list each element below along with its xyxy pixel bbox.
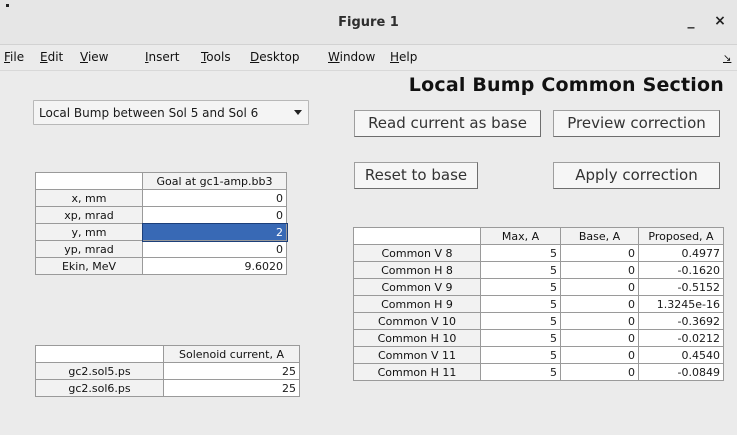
solenoid-table-header: Solenoid current, A [35, 345, 300, 363]
row-label: x, mm [35, 189, 143, 207]
row-label: Common H 10 [353, 329, 481, 347]
goal-xp-cell[interactable]: 0 [142, 206, 287, 224]
proposed-cell[interactable]: -0.1620 [638, 261, 724, 279]
table-row: x, mm 0 [35, 189, 287, 207]
max-column-header: Max, A [480, 227, 561, 245]
proposed-column-header: Proposed, A [638, 227, 724, 245]
max-cell[interactable]: 5 [480, 312, 561, 330]
row-label: Common V 11 [353, 346, 481, 364]
menu-tools[interactable]: Tools [201, 50, 231, 64]
menu-view[interactable]: View [80, 50, 108, 64]
table-row: Common H 11 5 0 -0.0849 [353, 363, 724, 381]
sol6-current-cell[interactable]: 25 [163, 379, 300, 397]
goal-column-header: Goal at gc1-amp.bb3 [142, 172, 287, 190]
bump-section-select[interactable]: Local Bump between Sol 5 and Sol 6 [33, 100, 309, 125]
row-label: Ekin, MeV [35, 257, 143, 275]
row-label: Common H 8 [353, 261, 481, 279]
proposed-cell[interactable]: -0.5152 [638, 278, 724, 296]
base-cell[interactable]: 0 [560, 278, 639, 296]
proposed-cell[interactable]: 0.4540 [638, 346, 724, 364]
row-label: gc2.sol6.ps [35, 379, 164, 397]
minimize-button[interactable]: _ [680, 11, 702, 31]
proposed-cell[interactable]: 0.4977 [638, 244, 724, 262]
table-row: Common H 9 5 0 1.3245e-16 [353, 295, 724, 313]
base-column-header: Base, A [560, 227, 639, 245]
max-cell[interactable]: 5 [480, 329, 561, 347]
corrector-table-header: Max, A Base, A Proposed, A [353, 227, 724, 245]
menu-help[interactable]: Help [390, 50, 417, 64]
table-row: Common V 8 5 0 0.4977 [353, 244, 724, 262]
table-row: Common V 11 5 0 0.4540 [353, 346, 724, 364]
max-cell[interactable]: 5 [480, 295, 561, 313]
table-row: yp, mrad 0 [35, 240, 287, 258]
preview-correction-button[interactable]: Preview correction [553, 110, 720, 137]
table-row: Common V 9 5 0 -0.5152 [353, 278, 724, 296]
row-label: Common H 9 [353, 295, 481, 313]
proposed-cell[interactable]: -0.3692 [638, 312, 724, 330]
base-cell[interactable]: 0 [560, 363, 639, 381]
row-label: Common V 10 [353, 312, 481, 330]
menu-file[interactable]: File [4, 50, 24, 64]
window-title: Figure 1 [338, 15, 399, 30]
toolbar-overflow-icon[interactable]: ↘ [723, 53, 731, 64]
menu-desktop[interactable]: Desktop [250, 50, 300, 64]
menu-insert[interactable]: Insert [145, 50, 179, 64]
proposed-cell[interactable]: 1.3245e-16 [638, 295, 724, 313]
proposed-cell[interactable]: -0.0849 [638, 363, 724, 381]
close-button[interactable]: × [709, 11, 731, 31]
table-corner [353, 227, 481, 245]
solenoid-table: Solenoid current, A gc2.sol5.ps 25 gc2.s… [35, 345, 300, 397]
max-cell[interactable]: 5 [480, 278, 561, 296]
window-corner-mark [6, 4, 9, 7]
base-cell[interactable]: 0 [560, 295, 639, 313]
goal-y-cell-selected[interactable]: 2 [141, 222, 288, 242]
goal-table: Goal at gc1-amp.bb3 x, mm 0 xp, mrad 0 y… [35, 172, 288, 275]
table-row: Common H 8 5 0 -0.1620 [353, 261, 724, 279]
table-row: xp, mrad 0 [35, 206, 287, 224]
table-corner [35, 172, 143, 190]
row-label: Common V 9 [353, 278, 481, 296]
table-row: gc2.sol5.ps 25 [35, 362, 300, 380]
bump-section-select-value: Local Bump between Sol 5 and Sol 6 [39, 106, 259, 120]
reset-to-base-button[interactable]: Reset to base [354, 162, 478, 189]
table-row: Common V 10 5 0 -0.3692 [353, 312, 724, 330]
table-row: y, mm 2 [35, 222, 288, 242]
base-cell[interactable]: 0 [560, 312, 639, 330]
section-title: Local Bump Common Section [408, 74, 724, 96]
max-cell[interactable]: 5 [480, 244, 561, 262]
row-label: Common H 11 [353, 363, 481, 381]
proposed-cell[interactable]: -0.0212 [638, 329, 724, 347]
goal-table-header: Goal at gc1-amp.bb3 [35, 172, 287, 190]
menu-window[interactable]: Window [328, 50, 375, 64]
menu-bar: File Edit View Insert Tools Desktop Wind… [0, 45, 737, 71]
row-label: yp, mrad [35, 240, 143, 258]
row-label: y, mm [35, 223, 143, 241]
read-current-button[interactable]: Read current as base [354, 110, 541, 137]
base-cell[interactable]: 0 [560, 329, 639, 347]
max-cell[interactable]: 5 [480, 346, 561, 364]
goal-x-cell[interactable]: 0 [142, 189, 287, 207]
menu-edit[interactable]: Edit [40, 50, 63, 64]
goal-ekin-cell[interactable]: 9.6020 [142, 257, 287, 275]
max-cell[interactable]: 5 [480, 261, 561, 279]
solenoid-column-header: Solenoid current, A [163, 345, 300, 363]
sol5-current-cell[interactable]: 25 [163, 362, 300, 380]
window-title-bar[interactable]: Figure 1 _ × [0, 0, 737, 45]
base-cell[interactable]: 0 [560, 346, 639, 364]
table-row: Ekin, MeV 9.6020 [35, 257, 287, 275]
chevron-down-icon [294, 110, 302, 115]
corrector-table: Max, A Base, A Proposed, A Common V 8 5 … [353, 227, 724, 381]
table-row: Common H 10 5 0 -0.0212 [353, 329, 724, 347]
table-row: gc2.sol6.ps 25 [35, 379, 300, 397]
row-label: gc2.sol5.ps [35, 362, 164, 380]
row-label: Common V 8 [353, 244, 481, 262]
table-corner [35, 345, 164, 363]
max-cell[interactable]: 5 [480, 363, 561, 381]
base-cell[interactable]: 0 [560, 261, 639, 279]
goal-yp-cell[interactable]: 0 [142, 240, 287, 258]
apply-correction-button[interactable]: Apply correction [553, 162, 720, 189]
base-cell[interactable]: 0 [560, 244, 639, 262]
row-label: xp, mrad [35, 206, 143, 224]
